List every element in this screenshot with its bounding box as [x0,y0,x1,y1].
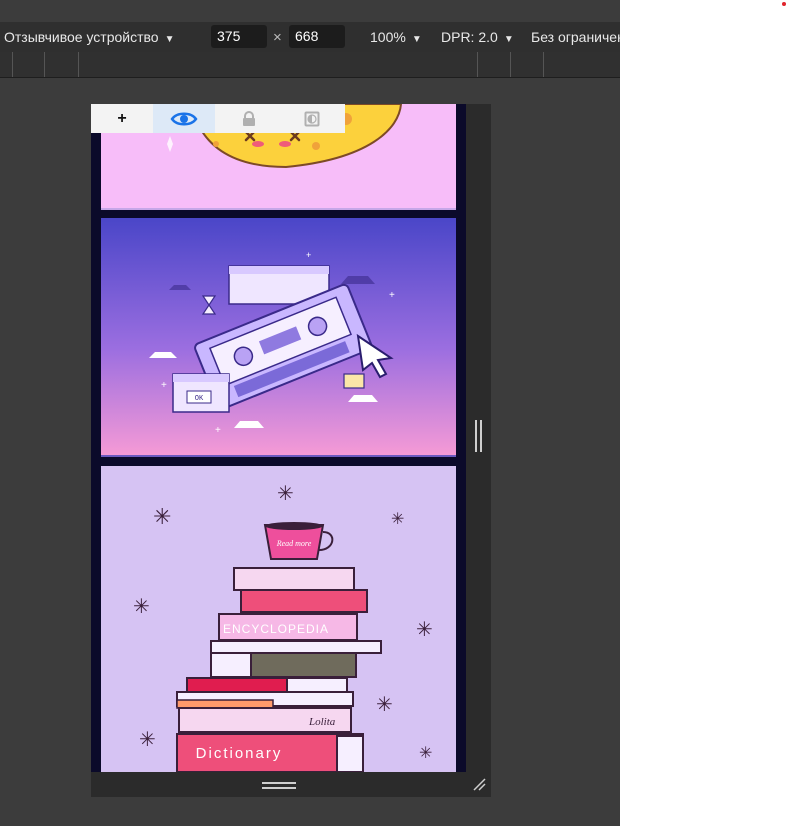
svg-text:✳: ✳ [416,619,433,641]
plus-icon: + [117,109,127,127]
resize-handle-right[interactable] [466,104,491,772]
device-selector-label: Отзывчивое устройство [4,29,159,45]
notification-dot [782,2,786,6]
svg-text:+: + [306,250,311,260]
svg-text:✳: ✳ [419,745,432,762]
devtools-device-mode: Отзывчивое устройство ▼ 375 × 668 100% ▼ D… [0,0,620,826]
svg-text:✳: ✳ [153,504,171,529]
contrast-icon [304,111,320,126]
svg-text:+: + [161,380,167,391]
svg-text:✳: ✳ [376,694,393,716]
panel-divider [101,455,456,457]
device-toolbar: Отзывчивое устройство ▼ 375 × 668 100% ▼ D… [0,22,620,52]
dpr-selector[interactable]: DPR: 2.0 ▼ [441,22,514,52]
width-input[interactable]: 375 [211,25,267,48]
ruler-tick [543,52,544,77]
dialog-ok-label: OK [195,395,204,403]
svg-text:+: + [389,290,395,301]
grip-line [475,420,477,452]
lock-icon [243,110,255,126]
grip-line [262,787,296,789]
media-query-bar[interactable] [0,52,620,78]
grip-line [262,782,296,784]
books-panel: ✳ ✳ ✳ ✳ ✳ ✳ ✳ ✳ Read more ENCYCLOPEDIA L… [101,466,456,772]
lolita-label: Lolita [308,716,336,728]
cassette-panel: OK + + + + [101,218,456,455]
dimension-separator: × [273,29,282,46]
svg-text:+: + [215,425,221,436]
lock-button[interactable] [218,104,280,133]
ruler-tick [12,52,13,77]
chevron-down-icon: ▼ [411,34,422,45]
add-button[interactable]: + [91,104,153,133]
ruler-tick [44,52,45,77]
height-input[interactable]: 668 [289,25,345,48]
dpr-label: DPR: 2.0 [441,29,498,45]
svg-text:✳: ✳ [139,729,156,751]
throttling-selector[interactable]: Без ограничен [531,22,620,52]
encyclopedia-label: ENCYCLOPEDIA [223,622,329,636]
throttling-label: Без ограничен [531,29,620,45]
svg-text:✳: ✳ [391,511,404,528]
eye-icon [170,112,198,125]
svg-text:✳: ✳ [277,483,294,505]
device-viewport[interactable]: OK + + + + ✳ ✳ ✳ ✳ ✳ ✳ ✳ ✳ Read more ENC… [91,104,466,772]
panel-divider [101,208,456,210]
zoom-selector[interactable]: 100% ▼ [370,22,422,52]
chevron-down-icon: ▼ [164,34,175,45]
visibility-button[interactable] [153,104,215,133]
dictionary-label: Dictionary [196,745,283,762]
cup-label: Read more [276,539,312,548]
overlay-toolbar: + [91,104,345,133]
grip-line [480,420,482,452]
zoom-label: 100% [370,29,406,45]
resize-corner-icon[interactable] [472,777,486,791]
svg-text:✳: ✳ [133,596,150,618]
chevron-down-icon: ▼ [503,34,514,45]
ruler-tick [78,52,79,77]
resize-handle-bottom[interactable] [91,772,491,797]
ruler-tick [510,52,511,77]
cassette-illustration: OK + + + + [101,218,456,455]
ruler-tick [477,52,478,77]
contrast-button[interactable] [281,104,343,133]
books-illustration: ✳ ✳ ✳ ✳ ✳ ✳ ✳ ✳ Read more ENCYCLOPEDIA L… [101,466,456,772]
device-selector[interactable]: Отзывчивое устройство ▼ [4,22,174,52]
